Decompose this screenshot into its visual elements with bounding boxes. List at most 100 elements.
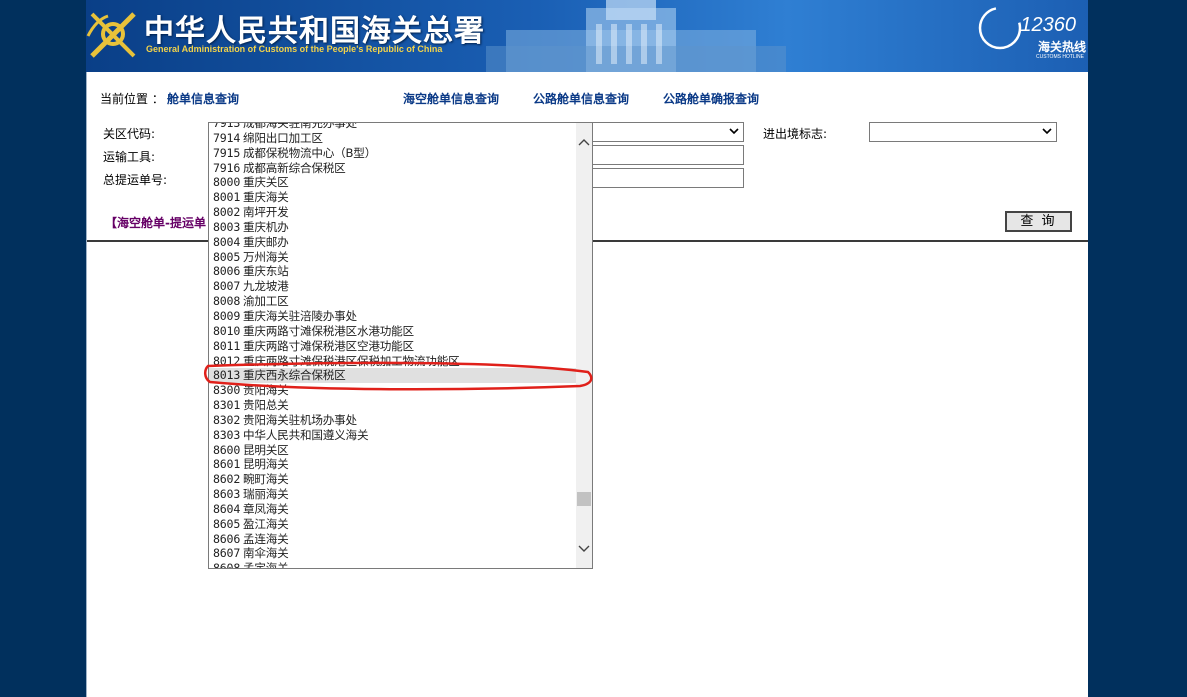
nav-link-road-manifest[interactable]: 公路舱单信息查询 (533, 90, 629, 107)
scrollbar-thumb[interactable] (577, 492, 591, 506)
option-code: 8013 (213, 368, 241, 383)
bill-number-label: 总提运单号: (103, 173, 168, 187)
hotline-en-label: CUSTOMS HOTLINE (1036, 54, 1084, 60)
nav-link-air-sea-manifest[interactable]: 海空舱单信息查询 (403, 90, 499, 107)
dropdown-option[interactable]: 8007 九龙坡港 (209, 279, 577, 294)
option-name: 南坪开发 (243, 205, 289, 220)
dropdown-option[interactable]: 8302 贵阳海关驻机场办事处 (209, 413, 577, 428)
dropdown-option[interactable]: 8602 畹町海关 (209, 472, 577, 487)
dropdown-option[interactable]: 8002 南坪开发 (209, 205, 577, 220)
option-name: 孟定海关 (243, 561, 289, 569)
dropdown-option[interactable]: 8008 渝加工区 (209, 294, 577, 309)
option-code: 8606 (213, 531, 241, 546)
option-name: 渝加工区 (243, 294, 289, 309)
dropdown-option[interactable]: 8004 重庆邮办 (209, 235, 577, 250)
option-code: 8608 (213, 561, 241, 569)
dropdown-option[interactable]: 7914 绵阳出口加工区 (209, 131, 577, 146)
dropdown-option[interactable]: 8301 贵阳总关 (209, 398, 577, 413)
dropdown-option[interactable]: 7913 成都海关驻南充办事处 (209, 122, 577, 131)
entry-exit-label: 进出境标志: (763, 127, 828, 141)
option-name: 重庆邮办 (243, 234, 289, 249)
query-button[interactable]: 查 询 (1005, 211, 1072, 232)
option-name: 昆明海关 (243, 457, 289, 472)
entry-exit-select[interactable] (869, 122, 1057, 142)
customs-code-label: 关区代码: (103, 127, 156, 141)
option-name: 重庆两路寸滩保税港区空港功能区 (243, 338, 414, 353)
dropdown-option[interactable]: 8003 重庆机办 (209, 220, 577, 235)
option-name: 绵阳出口加工区 (243, 130, 323, 145)
breadcrumb-current[interactable]: 舱单信息查询 (167, 90, 239, 107)
option-code: 8008 (213, 294, 241, 309)
option-name: 重庆两路寸滩保税港区保税加工物流功能区 (243, 353, 460, 368)
dropdown-options: 7913 成都海关驻南充办事处 7914 绵阳出口加工区 7915 成都保税物流中心（B型… (209, 122, 577, 569)
chevron-down-icon (729, 128, 739, 135)
option-name: 中华人民共和国遵义海关 (243, 427, 369, 442)
dropdown-option[interactable]: 8005 万州海关 (209, 250, 577, 265)
dropdown-option[interactable]: 8607 南伞海关 (209, 546, 577, 561)
option-name: 南伞海关 (243, 546, 289, 561)
site-subtitle: General Administration of Customs of the… (146, 44, 443, 54)
dropdown-option[interactable]: 8604 章凤海关 (209, 502, 577, 517)
dropdown-option[interactable]: 8010 重庆两路寸滩保税港区水港功能区 (209, 324, 577, 339)
option-name: 章凤海关 (243, 501, 289, 516)
dropdown-option[interactable]: 8601 昆明海关 (209, 457, 577, 472)
transport-label: 运输工具: (103, 150, 156, 164)
option-code: 8005 (213, 249, 241, 264)
option-name: 重庆关区 (243, 175, 289, 190)
dropdown-option[interactable]: 8012 重庆两路寸滩保税港区保税加工物流功能区 (209, 354, 577, 369)
dropdown-option[interactable]: 8606 孟连海关 (209, 532, 577, 547)
dropdown-option[interactable]: 8000 重庆关区 (209, 175, 577, 190)
dropdown-option[interactable]: 7915 成都保税物流中心（B型） (209, 146, 577, 161)
section-title: 【海空舱单-提运单 (105, 216, 206, 230)
option-code: 7913 (213, 122, 241, 130)
option-code: 8000 (213, 175, 241, 190)
dropdown-option[interactable]: 7916 成都高新综合保税区 (209, 161, 577, 176)
dropdown-option[interactable]: 8605 盈江海关 (209, 517, 577, 532)
customs-building-image (486, 0, 786, 72)
option-name: 成都海关驻南充办事处 (243, 122, 357, 130)
dropdown-option[interactable]: 8603 瑞丽海关 (209, 487, 577, 502)
option-code: 8600 (213, 442, 241, 457)
dropdown-option[interactable]: 8303 中华人民共和国遵义海关 (209, 428, 577, 443)
hotline-number: 12360 (1020, 14, 1076, 36)
dropdown-option[interactable]: 8300 贵阳海关 (209, 383, 577, 398)
option-name: 成都高新综合保税区 (243, 160, 346, 175)
option-code: 8302 (213, 412, 241, 427)
option-code: 8010 (213, 323, 241, 338)
dropdown-option[interactable]: 8006 重庆东站 (209, 264, 577, 279)
option-code: 8605 (213, 516, 241, 531)
option-name: 贵阳总关 (243, 398, 289, 413)
nav-link-road-confirm[interactable]: 公路舱单确报查询 (663, 90, 759, 107)
option-name: 重庆海关驻涪陵办事处 (243, 308, 357, 323)
dropdown-scrollbar[interactable] (576, 123, 592, 568)
option-code: 8007 (213, 279, 241, 294)
dropdown-option[interactable]: 8013 重庆西永综合保税区 (209, 368, 577, 384)
option-code: 8001 (213, 190, 241, 205)
option-name: 重庆机办 (243, 219, 289, 234)
dropdown-option[interactable]: 8608 孟定海关 (209, 561, 577, 569)
option-name: 昆明关区 (243, 442, 289, 457)
option-name: 九龙坡港 (243, 279, 289, 294)
dropdown-option[interactable]: 8600 昆明关区 (209, 443, 577, 458)
customs-code-dropdown-list[interactable]: 7913 成都海关驻南充办事处 7914 绵阳出口加工区 7915 成都保税物流中心（B型… (208, 122, 593, 569)
option-code: 8601 (213, 457, 241, 472)
breadcrumb-label: 当前位置 ： (100, 92, 164, 106)
dropdown-option[interactable]: 8001 重庆海关 (209, 190, 577, 205)
option-name: 重庆西永综合保税区 (243, 368, 346, 383)
scroll-up-icon[interactable] (576, 133, 592, 151)
option-name: 贵阳海关驻机场办事处 (243, 412, 357, 427)
dropdown-option[interactable]: 8011 重庆两路寸滩保税港区空港功能区 (209, 339, 577, 354)
scroll-down-icon[interactable] (576, 540, 592, 558)
dropdown-option[interactable]: 8009 重庆海关驻涪陵办事处 (209, 309, 577, 324)
option-code: 8002 (213, 205, 241, 220)
option-code: 8602 (213, 472, 241, 487)
option-code: 8301 (213, 398, 241, 413)
chevron-down-icon (1042, 128, 1052, 135)
option-name: 重庆海关 (243, 190, 289, 205)
option-name: 瑞丽海关 (243, 487, 289, 502)
option-code: 8303 (213, 427, 241, 442)
hotline-label: 海关热线 (1037, 40, 1086, 54)
option-name: 盈江海关 (243, 516, 289, 531)
option-name: 重庆两路寸滩保税港区水港功能区 (243, 323, 414, 338)
option-name: 贵阳海关 (243, 383, 289, 398)
